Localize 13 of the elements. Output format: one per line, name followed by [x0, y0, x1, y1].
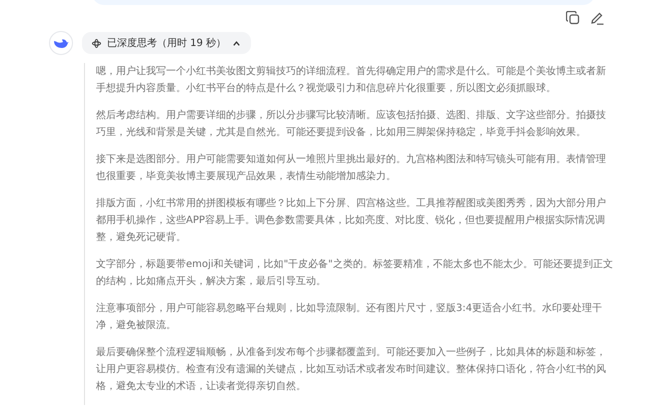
thinking-paragraph: 嗯，用户让我写一个小红书美妆图文剪辑技巧的详细流程。首先得确定用户的需求是什么。可能是个美妆博主或者新手想提升内容质量。小红书平台的特点是什么？视觉吸引力和信息碎片化很重要，所以图文必须抓眼球。: [96, 64, 607, 96]
thinking-paragraph: 接下来是选图部分。用户可能需要知道如何从一堆照片里挑出最好的。九宫格构图法和特写镜头可能有用。表情管理也很重要，毕竟美妆博主要展现产品效果，表情生动能增加感染力。: [96, 152, 607, 184]
edit-icon[interactable]: [590, 11, 604, 25]
copy-icon[interactable]: [566, 11, 580, 25]
thinking-paragraph: 注意事项部分，用户可能容易忽略平台规则，比如导流限制。还有图片尺寸，竖版3:4更适合小红书。水印要处理干净，避免被限流。: [96, 302, 604, 333]
thinking-paragraph: 然后考虑结构。用户需要详细的步骤，所以分步骤写比较清晰。应该包括拍摄、选图、排版、文字这些部分。拍摄技巧里，光线和背景是关键，尤其是自然光。可能还要提到设备，比如用三脚架保持稳定，毕竟手抖会影响效果。: [96, 108, 607, 140]
thinking-paragraph: 最后要确保整个流程逻辑顺畅，从准备到发布每个步骤都覆盖到。可能还要加入一些例子，比如具体的标题和标签，让用户更容易模仿。检查有没有遗漏的关键点，比如互动话术或者发布时间建议。整体保持口语化，符合小红书的风格，避免太专业的术语，让读者觉得亲切自然。: [96, 346, 607, 394]
chevron-icon: [232, 38, 242, 48]
atom-icon: [92, 38, 101, 48]
thinking-paragraph: 文字部分，标题要带emoji和关键词，比如"干皮必备"之类的。标签要精准，不能太多也不能太少。可能还要提到正文的结构，比如痛点开头，解决方案，最后引导互动。: [96, 258, 614, 289]
thinking-toggle[interactable]: 已深度思考（用时 19 秒）: [82, 32, 252, 54]
thinking-paragraph: 排版方面，小红书常用的拼图模板有哪些？比如上下分屏、四宫格这些。工具推荐醒图或美图秀秀，因为大部分用户都用手机操作，这些APP容易上手。调色参数需要具体，比如亮度、对比度、锐化，但也要提醒用户根据实际情况调整，避免死记硬背。: [96, 196, 607, 245]
whale-avatar: [49, 31, 73, 55]
